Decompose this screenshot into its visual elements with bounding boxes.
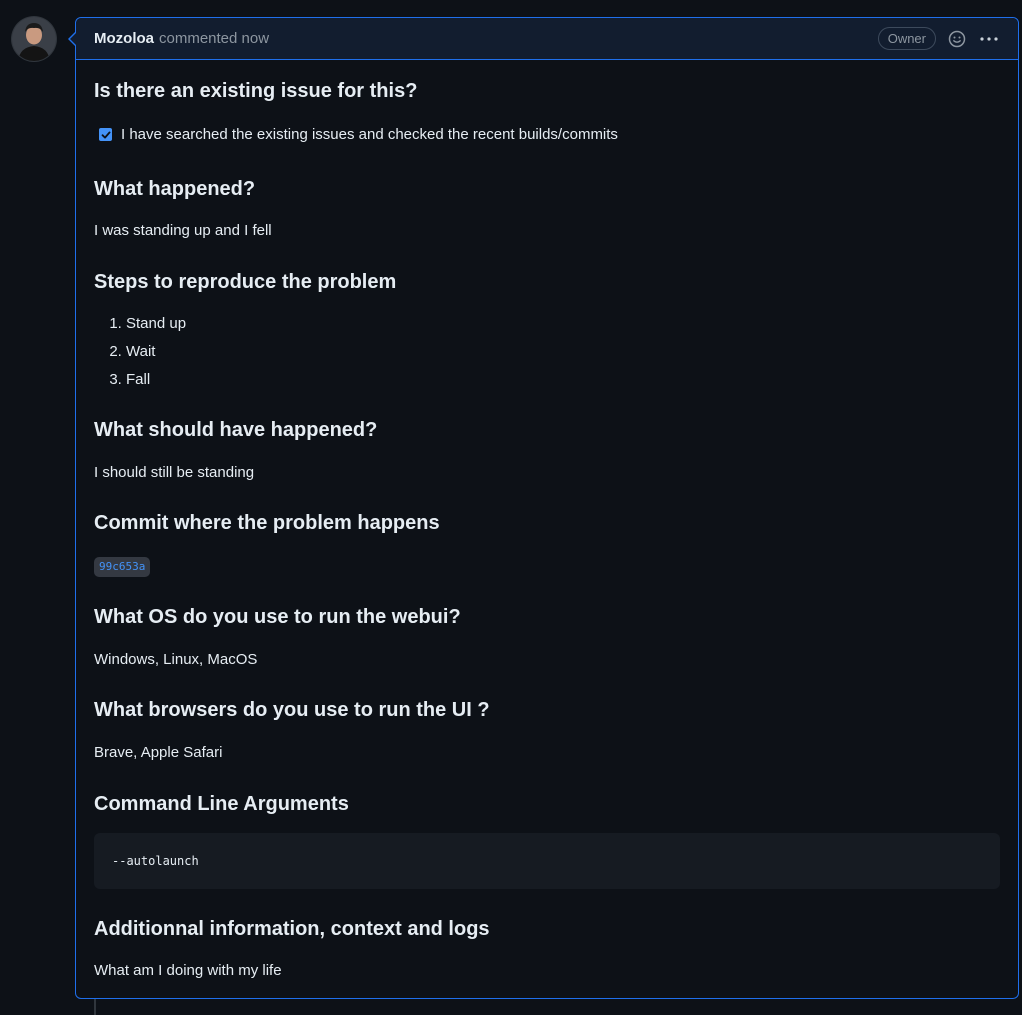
section-additional: Additionnal information, context and log… [94,917,1000,941]
cli-args-code: --autolaunch [112,854,199,868]
existing-issue-checkbox-label: I have searched the existing issues and … [121,126,618,143]
step-item: Wait [126,338,1000,366]
section-os: What OS do you use to run the webui? [94,605,1000,629]
owner-badge: Owner [877,27,936,50]
section-what-happened: What happened? [94,177,1000,201]
heading-browsers: What browsers do you use to run the UI ? [94,699,490,721]
comment-timestamp: commented now [159,30,270,47]
section-cli-args: Command Line Arguments [94,792,1000,816]
heading-existing-issue: Is there an existing issue for this? [94,80,418,102]
os-text-wrap: Windows, Linux, MacOS [94,649,1000,671]
heading-expected: What should have happened? [94,419,378,441]
header-actions: Owner [877,27,1000,50]
author-name[interactable]: Mozoloa [94,30,154,47]
cli-args-code-block[interactable]: --autolaunch [94,833,1000,889]
steps-list-wrap: Stand up Wait Fall [94,310,1000,394]
expected-text-wrap: I should still be standing [94,462,1000,484]
section-existing-issue: Is there an existing issue for this? [94,79,1000,103]
existing-issue-checkbox[interactable] [99,128,112,141]
heading-what-happened: What happened? [94,178,256,200]
issue-comment: Mozoloa commented now Owner Is there an … [68,17,1019,999]
avatar-image [12,17,56,61]
browsers-text: Brave, Apple Safari [94,744,223,761]
step-item: Fall [126,366,1000,394]
step-item: Stand up [126,310,1000,338]
what-happened-text-wrap: I was standing up and I fell [94,220,1000,242]
heading-commit: Commit where the problem happens [94,512,440,534]
kebab-menu-icon[interactable] [978,28,1000,50]
additional-text: What am I doing with my life [94,962,282,979]
additional-text-wrap: What am I doing with my life [94,960,1000,982]
expected-text: I should still be standing [94,464,255,481]
heading-additional: Additionnal information, context and log… [94,918,490,940]
heading-cli-args: Command Line Arguments [94,793,349,815]
smiley-icon[interactable] [946,28,968,50]
section-commit: Commit where the problem happens [94,511,1000,535]
author-avatar[interactable] [12,17,56,61]
os-text: Windows, Linux, MacOS [94,651,258,668]
cli-args-code-wrap: --autolaunch [94,833,1000,889]
commit-chip-wrap: 99c653a [94,557,1000,577]
comment-header: Mozoloa commented now Owner [76,18,1018,60]
what-happened-text: I was standing up and I fell [94,222,272,239]
section-steps: Steps to reproduce the problem [94,270,1000,294]
heading-os: What OS do you use to run the webui? [94,606,461,628]
heading-steps: Steps to reproduce the problem [94,271,397,293]
commit-hash-link[interactable]: 99c653a [94,557,151,577]
existing-issue-checkbox-row: I have searched the existing issues and … [94,126,1000,143]
browsers-text-wrap: Brave, Apple Safari [94,742,1000,764]
steps-list: Stand up Wait Fall [94,310,1000,394]
section-expected: What should have happened? [94,418,1000,442]
section-browsers: What browsers do you use to run the UI ? [94,698,1000,722]
